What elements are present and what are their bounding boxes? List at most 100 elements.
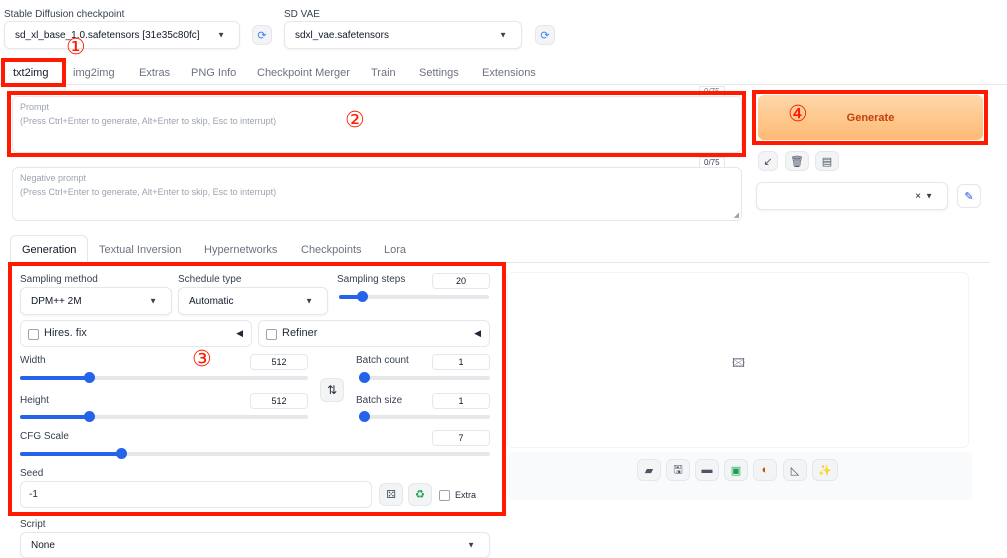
- batch-size-input[interactable]: 1: [432, 393, 490, 409]
- schedule-type-value: Automatic: [189, 295, 234, 307]
- chevron-down-icon: ▼: [217, 30, 225, 40]
- palette-icon: ◐: [761, 464, 769, 476]
- extra-label: Extra: [455, 490, 477, 500]
- tab-settings[interactable]: Settings: [419, 67, 459, 79]
- picture-icon: ▣: [730, 464, 742, 477]
- tab-extensions[interactable]: Extensions: [482, 67, 536, 79]
- width-slider[interactable]: [20, 372, 308, 383]
- hires-fix-checkbox[interactable]: [28, 329, 39, 340]
- width-input[interactable]: 512: [250, 354, 308, 370]
- seed-input[interactable]: -1: [20, 481, 372, 508]
- arrow-up-left-icon: ↙: [763, 155, 773, 168]
- annotation-number-1: ①: [66, 35, 86, 60]
- send-to-extras-button[interactable]: ◺: [783, 459, 807, 481]
- sampling-method-label: Sampling method: [20, 274, 98, 285]
- paste-prompt-button[interactable]: ↙: [758, 151, 778, 171]
- cfg-scale-label: CFG Scale: [20, 431, 69, 442]
- subtab-checkpoints[interactable]: Checkpoints: [301, 244, 362, 256]
- clear-prompt-button[interactable]: 🗑: [785, 151, 809, 171]
- refiner-accordion[interactable]: Refiner ◀: [258, 320, 490, 347]
- zip-button[interactable]: ▬: [695, 459, 719, 481]
- archive-icon: ▬: [701, 464, 713, 476]
- swap-dimensions-button[interactable]: ⇅: [320, 378, 344, 402]
- cfg-scale-input[interactable]: 7: [432, 430, 490, 446]
- sampling-method-dropdown[interactable]: DPM++ 2M ▼: [20, 287, 172, 315]
- tab-img2img[interactable]: img2img: [73, 67, 115, 79]
- refiner-label: Refiner: [282, 327, 318, 339]
- sampling-steps-input[interactable]: 20: [432, 273, 490, 289]
- annotation-number-4: ④: [788, 102, 808, 127]
- styles-dropdown[interactable]: × ▼: [756, 182, 948, 210]
- ruler-triangle-icon: ◺: [790, 464, 800, 477]
- extra-seed-checkbox[interactable]: [439, 490, 450, 501]
- save-button[interactable]: 🖫: [666, 459, 690, 481]
- slider-handle[interactable]: [84, 411, 95, 422]
- chevron-down-icon: ▼: [499, 30, 507, 40]
- height-slider[interactable]: [20, 411, 308, 422]
- annotation-number-2: ②: [345, 108, 365, 133]
- sampling-steps-label: Sampling steps: [337, 274, 406, 285]
- save-icon: 🖫: [673, 463, 683, 476]
- negative-prompt-textarea[interactable]: Negative prompt (Press Ctrl+Enter to gen…: [12, 167, 742, 221]
- tab-png-info[interactable]: PNG Info: [191, 67, 236, 79]
- seed-label: Seed: [20, 468, 44, 479]
- recycle-icon: ♻: [415, 489, 425, 501]
- batch-count-label: Batch count: [356, 355, 409, 366]
- prompt-textarea[interactable]: Prompt (Press Ctrl+Enter to generate, Al…: [12, 96, 742, 153]
- script-label: Script: [20, 519, 46, 530]
- height-input[interactable]: 512: [250, 393, 308, 409]
- send-to-img2img-button[interactable]: ▣: [724, 459, 748, 481]
- subtab-divider: [10, 262, 990, 263]
- slider-handle[interactable]: [357, 291, 368, 302]
- slider-handle[interactable]: [359, 372, 370, 383]
- reuse-seed-button[interactable]: ♻: [408, 483, 432, 506]
- batch-count-input[interactable]: 1: [432, 354, 490, 370]
- subtab-textual-inversion[interactable]: Textual Inversion: [99, 244, 182, 256]
- batch-count-slider[interactable]: [359, 372, 490, 383]
- refresh-icon: ⟳: [257, 29, 267, 42]
- refresh-checkpoint-button[interactable]: ⟳: [252, 25, 272, 45]
- send-to-inpaint-button[interactable]: ◐: [753, 459, 777, 481]
- chevron-down-icon: ▼: [925, 191, 933, 201]
- sampling-steps-slider[interactable]: [339, 291, 489, 302]
- cfg-scale-slider[interactable]: [20, 448, 490, 459]
- clear-icon[interactable]: ×: [915, 191, 921, 202]
- subtab-hypernetworks[interactable]: Hypernetworks: [204, 244, 277, 256]
- random-seed-button[interactable]: ⚄: [379, 483, 403, 506]
- checkpoint-value: sd_xl_base_1.0.safetensors [31e35c80fc]: [15, 29, 200, 41]
- tab-checkpoint-merger[interactable]: Checkpoint Merger: [257, 67, 350, 79]
- image-placeholder-icon: 🖾: [732, 356, 746, 370]
- tab-train[interactable]: Train: [371, 67, 396, 79]
- slider-handle[interactable]: [116, 448, 127, 459]
- refresh-vae-button[interactable]: ⟳: [535, 25, 555, 45]
- slider-handle[interactable]: [84, 372, 95, 383]
- subtab-lora[interactable]: Lora: [384, 244, 406, 256]
- output-gallery: 🖾: [507, 272, 969, 448]
- chevron-down-icon: ▼: [149, 296, 157, 306]
- schedule-type-dropdown[interactable]: Automatic ▼: [178, 287, 328, 315]
- edit-styles-button[interactable]: ✎: [957, 184, 981, 208]
- vae-dropdown[interactable]: sdxl_vae.safetensors ▼: [284, 21, 522, 49]
- vae-label: SD VAE: [284, 9, 320, 20]
- triangle-left-icon: ◀: [474, 328, 481, 338]
- refiner-checkbox[interactable]: [266, 329, 277, 340]
- height-label: Height: [20, 395, 49, 406]
- batch-size-label: Batch size: [356, 395, 403, 406]
- folder-icon: ▰: [644, 464, 654, 477]
- schedule-type-label: Schedule type: [178, 274, 242, 285]
- script-dropdown[interactable]: None ▼: [20, 532, 490, 558]
- open-folder-button[interactable]: ▰: [637, 459, 661, 481]
- styles-edit-button[interactable]: ▤: [815, 151, 839, 171]
- batch-size-slider[interactable]: [359, 411, 490, 422]
- hires-fix-label: Hires. fix: [44, 327, 87, 339]
- tab-extras[interactable]: Extras: [139, 67, 170, 79]
- resize-handle-icon[interactable]: ◢: [734, 211, 739, 219]
- tab-txt2img[interactable]: txt2img: [13, 67, 48, 79]
- upscale-button[interactable]: ✨: [812, 459, 838, 481]
- slider-handle[interactable]: [359, 411, 370, 422]
- negative-prompt-label: Negative prompt: [20, 173, 87, 183]
- prompt-placeholder: (Press Ctrl+Enter to generate, Alt+Enter…: [20, 116, 277, 126]
- checkpoint-dropdown[interactable]: sd_xl_base_1.0.safetensors [31e35c80fc] …: [4, 21, 240, 49]
- subtab-generation[interactable]: Generation: [22, 244, 76, 256]
- hires-fix-accordion[interactable]: Hires. fix ◀: [20, 320, 252, 347]
